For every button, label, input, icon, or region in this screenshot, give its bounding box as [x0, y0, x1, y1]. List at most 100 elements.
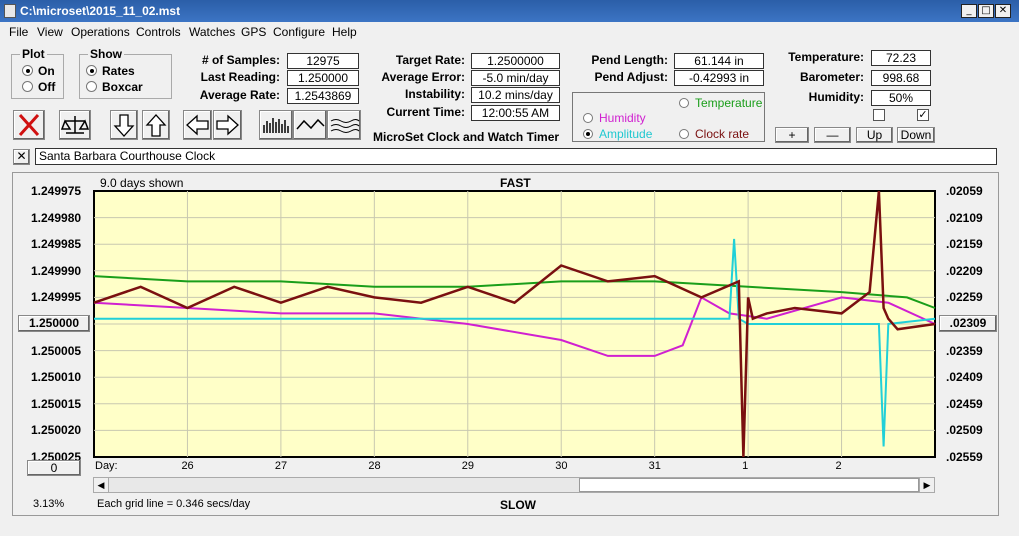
- left-checkbox[interactable]: [873, 109, 885, 121]
- right-scale-button[interactable]: .02309: [939, 315, 997, 332]
- radio-dot: [86, 65, 97, 76]
- radio-dot: [22, 65, 33, 76]
- overlay-temperature-radio[interactable]: Temperature: [679, 96, 762, 110]
- window-title: C:\microset\2015_11_02.mst: [20, 4, 181, 18]
- radio-dot: [86, 81, 97, 92]
- grid-line-note: Each grid line = 0.346 secs/day: [97, 498, 251, 510]
- samples-value: 12975: [287, 53, 359, 69]
- menu-file[interactable]: File: [9, 25, 28, 39]
- maximize-button[interactable]: □: [978, 4, 994, 18]
- overlay-amplitude-radio[interactable]: Amplitude: [583, 127, 652, 141]
- stop-button[interactable]: [13, 110, 45, 140]
- histogram-button[interactable]: [259, 110, 293, 140]
- percent-label: 3.13%: [33, 498, 65, 510]
- horizontal-scrollbar[interactable]: ◀ ▶: [93, 477, 935, 493]
- y-tick-right: .02509: [946, 423, 983, 438]
- menu-bar: File View Operations Controls Watches GP…: [0, 22, 1019, 42]
- scroll-up-button[interactable]: Up: [856, 127, 893, 143]
- average-rate-value: 1.2543869: [287, 88, 359, 104]
- y-tick-right: .02159: [946, 237, 983, 252]
- left-scale-button[interactable]: 1.250000: [18, 315, 90, 332]
- radio-dot: [679, 129, 689, 139]
- fast-label: FAST: [500, 176, 531, 190]
- current-time-label: Current Time:: [386, 105, 465, 119]
- y-tick-left: 1.250005: [31, 343, 82, 358]
- right-checkbox[interactable]: ✓: [917, 109, 929, 121]
- app-icon: [4, 4, 16, 18]
- last-reading-value: 1.250000: [287, 70, 359, 86]
- y-tick-left: 1.249990: [31, 263, 82, 278]
- y-tick-left: 1.249995: [31, 290, 82, 305]
- menu-view[interactable]: View: [37, 25, 63, 39]
- scale-plus-button[interactable]: +: [775, 127, 809, 143]
- average-rate-label: Average Rate:: [199, 88, 280, 102]
- histogram-icon: [263, 118, 289, 133]
- overlay-humidity-radio[interactable]: Humidity: [583, 111, 646, 125]
- y-tick-right: .02409: [946, 370, 983, 385]
- barometer-label: Barometer:: [799, 70, 864, 84]
- move-down-button[interactable]: [110, 110, 138, 140]
- menu-controls[interactable]: Controls: [136, 25, 181, 39]
- instability-value: 10.2 mins/day: [471, 87, 560, 103]
- show-rates-radio[interactable]: Rates: [86, 64, 135, 78]
- menu-gps[interactable]: GPS: [241, 25, 266, 39]
- scroll-down-button[interactable]: Down: [897, 127, 935, 143]
- slow-label: SLOW: [500, 498, 536, 512]
- pend-length-label: Pend Length:: [591, 53, 668, 67]
- move-up-button[interactable]: [142, 110, 170, 140]
- menu-operations[interactable]: Operations: [71, 25, 130, 39]
- scroll-left-icon[interactable]: ◀: [94, 478, 109, 492]
- radio-dot: [583, 129, 593, 139]
- radio-dot: [583, 113, 593, 123]
- scale-minus-button[interactable]: —: [814, 127, 851, 143]
- scrollbar-thumb[interactable]: [579, 478, 919, 492]
- overlay-clock-rate-radio[interactable]: Clock rate: [679, 127, 749, 141]
- scroll-right-icon[interactable]: ▶: [919, 478, 934, 492]
- smooth-graph-button[interactable]: [327, 110, 361, 140]
- x-tick-label: 31: [648, 460, 661, 472]
- line-graph-button[interactable]: [293, 110, 327, 140]
- y-tick-right: .02109: [946, 210, 983, 225]
- x-tick-label: 2: [835, 460, 842, 472]
- y-tick-right: .02559: [946, 450, 983, 464]
- radio-dot: [22, 81, 33, 92]
- plot-on-radio[interactable]: On: [22, 64, 55, 78]
- pend-length-value: 61.144 in: [674, 53, 764, 69]
- menu-configure[interactable]: Configure: [273, 25, 325, 39]
- barometer-value: 998.68: [871, 70, 931, 86]
- title-bar: C:\microset\2015_11_02.mst _ □ ✕: [0, 0, 1019, 22]
- offset-button[interactable]: 0: [27, 460, 81, 476]
- last-reading-label: Last Reading:: [200, 70, 280, 84]
- y-tick-right: .02259: [946, 290, 983, 305]
- x-tick-label: 28: [368, 460, 381, 472]
- humidity-label: Humidity:: [808, 90, 864, 104]
- show-boxcar-radio[interactable]: Boxcar: [86, 80, 143, 94]
- close-button[interactable]: ✕: [995, 4, 1011, 18]
- y-tick-left: 1.249985: [31, 237, 82, 252]
- current-time-value: 12:00:55 AM: [471, 105, 560, 121]
- average-error-label: Average Error:: [381, 70, 465, 84]
- target-rate-label: Target Rate:: [395, 53, 465, 67]
- target-rate-value: 1.2500000: [471, 53, 560, 69]
- temperature-label: Temperature:: [788, 50, 864, 64]
- menu-help[interactable]: Help: [332, 25, 357, 39]
- clear-clock-button[interactable]: ✕: [13, 149, 30, 165]
- move-right-button[interactable]: [213, 110, 242, 140]
- arrow-right-icon: [216, 114, 239, 136]
- x-tick-label: 30: [555, 460, 568, 472]
- balance-scale-icon: [60, 116, 90, 134]
- y-tick-left: 1.249975: [31, 184, 82, 198]
- x-tick-label: 1: [742, 460, 749, 472]
- y-tick-right: .02459: [946, 396, 983, 411]
- menu-watches[interactable]: Watches: [189, 25, 235, 39]
- humidity-value: 50%: [871, 90, 931, 106]
- plot-off-radio[interactable]: Off: [22, 80, 55, 94]
- radio-dot: [679, 98, 689, 108]
- move-left-button[interactable]: [183, 110, 212, 140]
- arrow-down-icon: [113, 114, 135, 137]
- arrow-up-icon: [145, 114, 167, 137]
- balance-button[interactable]: [59, 110, 91, 140]
- instability-label: Instability:: [404, 87, 465, 101]
- clock-name-field[interactable]: Santa Barbara Courthouse Clock: [35, 148, 997, 165]
- minimize-button[interactable]: _: [961, 4, 977, 18]
